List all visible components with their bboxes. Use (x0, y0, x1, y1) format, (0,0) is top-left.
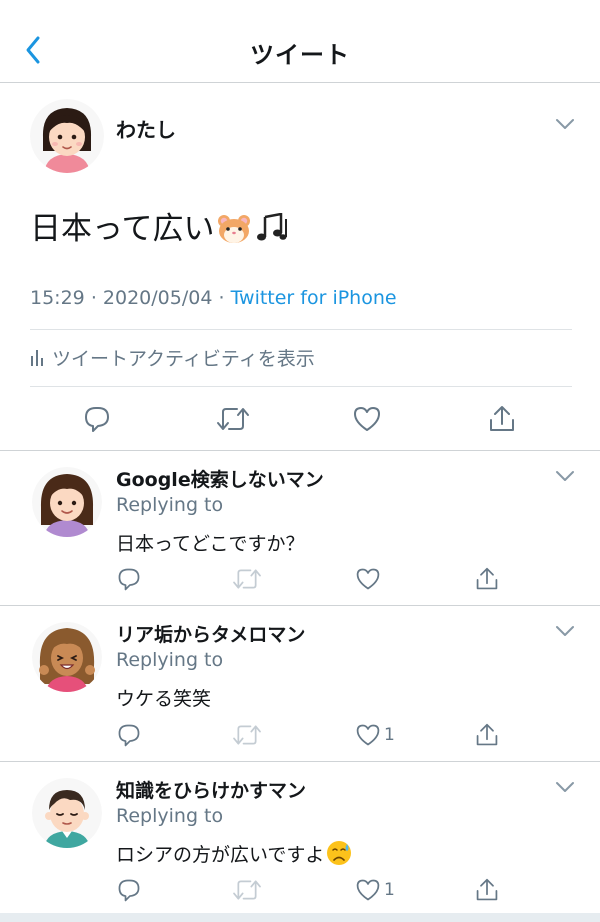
avatar[interactable] (32, 778, 102, 848)
replying-to-label: Replying to (116, 805, 224, 827)
tweet-source-link[interactable]: Twitter for iPhone (231, 287, 397, 309)
like-count: 1 (384, 880, 395, 900)
tweet-text: ロシアの方が広いですよ (116, 840, 352, 871)
reply-button[interactable] (116, 877, 142, 903)
tweet-activity-link[interactable]: ツイートアクティビティを表示 (30, 342, 315, 372)
heart-icon (356, 724, 380, 746)
reply-button[interactable] (116, 722, 142, 748)
tweet-text-content: 日本って広い (30, 211, 215, 247)
author-name[interactable]: リア垢からタメロマン (116, 620, 305, 647)
reply-tweet[interactable]: Google検索しないマン Replying to 日本ってどこですか？ (0, 451, 600, 605)
like-button[interactable]: 1 (355, 722, 395, 748)
reply-button[interactable] (82, 404, 112, 434)
like-button[interactable] (352, 404, 382, 434)
retweet-button[interactable] (232, 877, 262, 903)
share-icon (490, 406, 514, 431)
reply-icon (85, 407, 109, 432)
like-count: 1 (384, 725, 395, 745)
author-name[interactable]: 知識をひらけかすマン (116, 776, 306, 803)
avatar[interactable] (30, 99, 104, 173)
tweet-text: 日本って広い (30, 208, 290, 256)
reply-icon (118, 879, 140, 902)
tweet-activity-label: ツイートアクティビティを表示 (52, 347, 315, 370)
retweet-icon (233, 569, 261, 589)
like-button[interactable]: 1 (355, 877, 395, 903)
meta-separator: · (90, 287, 97, 309)
replying-to-label: Replying to (116, 649, 224, 671)
reply-tweet[interactable]: 知識をひらけかすマン Replying to ロシアの方が広いですよ 1 (0, 762, 600, 913)
chevron-down-icon[interactable] (555, 624, 575, 638)
author-name[interactable]: Google検索しないマン (116, 465, 324, 492)
avatar[interactable] (32, 622, 102, 692)
like-button[interactable] (355, 566, 384, 592)
share-icon (476, 567, 498, 590)
retweet-button[interactable] (232, 722, 262, 748)
page-title: ツイート (250, 41, 350, 69)
avatar[interactable] (32, 467, 102, 537)
tweet-text: 日本ってどこですか？ (116, 533, 305, 555)
chevron-down-icon[interactable] (555, 117, 575, 131)
meta-separator: · (218, 287, 225, 309)
author-name[interactable]: わたし (116, 114, 176, 143)
reply-button[interactable] (116, 566, 142, 592)
replying-to-label: Replying to (116, 494, 224, 516)
share-icon (476, 723, 498, 746)
tweet-actions (0, 387, 600, 451)
share-button[interactable] (488, 404, 516, 434)
tweet-date: 2020/05/04 (102, 287, 213, 309)
reply-icon (118, 724, 140, 747)
analytics-bars-icon (31, 350, 43, 366)
avatar-woman-icon (32, 467, 102, 537)
tweet-text: ウケる笑笑 (116, 688, 212, 710)
chevron-down-icon[interactable] (555, 469, 575, 483)
retweet-button[interactable] (216, 404, 250, 434)
share-icon (476, 878, 498, 901)
reply-tweet[interactable]: リア垢からタメロマン Replying to ウケる笑笑 1 (0, 606, 600, 761)
bottom-divider (0, 913, 600, 922)
divider (30, 329, 572, 330)
heart-icon (354, 407, 380, 431)
reply-icon (118, 568, 140, 591)
share-button[interactable] (475, 566, 499, 592)
avatar-woman-icon (30, 99, 104, 173)
retweet-icon (233, 725, 261, 745)
avatar-gyaru-icon (32, 622, 102, 692)
retweet-icon (217, 408, 249, 430)
share-button[interactable] (475, 722, 499, 748)
music-notes-icon (254, 212, 290, 256)
retweet-button[interactable] (232, 566, 262, 592)
sad-relieved-face-icon (326, 840, 352, 871)
tweet-meta: 15:29 · 2020/05/04 · Twitter for iPhone (30, 287, 397, 309)
chevron-down-icon[interactable] (555, 780, 575, 794)
heart-icon (356, 879, 380, 901)
avatar-man-icon (32, 778, 102, 848)
tweet-text-content: ロシアの方が広いですよ (116, 844, 325, 866)
hamster-face-icon (216, 213, 252, 256)
tweet-time: 15:29 (30, 287, 85, 309)
header: ツイート (0, 0, 600, 83)
retweet-icon (233, 880, 261, 900)
share-button[interactable] (475, 877, 499, 903)
heart-icon (356, 568, 380, 590)
